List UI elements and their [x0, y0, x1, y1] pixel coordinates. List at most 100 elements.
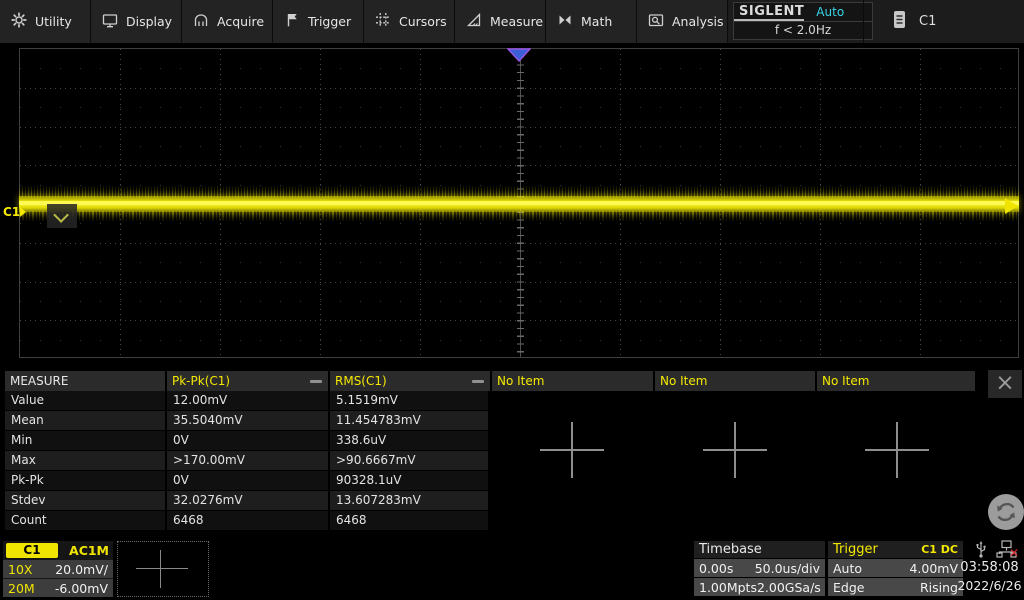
measure-panel: MEASURE Pk-Pk(C1) RMS(C1) No Item No Ite…	[0, 368, 1024, 534]
menu-math[interactable]: Math	[546, 0, 637, 43]
channel-list-icon	[893, 10, 906, 33]
measure-row: Count64686468	[0, 511, 488, 530]
measure-value-cell: 6468	[330, 511, 488, 530]
timebase-title: Timebase	[699, 541, 762, 558]
measure-rows: Value12.00mV5.1519mVMean35.5040mV11.4547…	[0, 391, 488, 531]
menu-cursors-label: Cursors	[399, 14, 447, 29]
menu-measure-label: Measure	[490, 14, 543, 29]
time-readout: 03:58:08	[955, 559, 1024, 577]
c1-trace-centerline	[19, 201, 1019, 205]
measure-panel-title: MEASURE	[5, 371, 165, 391]
close-icon[interactable]: ×	[988, 370, 1022, 398]
clock: 03:58:08 2022/6/26	[955, 559, 1024, 595]
menu-trigger[interactable]: Trigger	[273, 0, 364, 43]
flag-icon	[284, 12, 300, 31]
trigger-mode: Auto	[833, 561, 862, 576]
measure-row: Mean35.5040mV11.454783mV	[0, 411, 488, 430]
remove-measure-icon[interactable]	[472, 380, 484, 383]
trigger-frequency-readout: f < 2.0Hz	[734, 22, 872, 39]
menu-trigger-label: Trigger	[308, 14, 351, 29]
memory-depth: 1.00Mpts	[699, 580, 757, 595]
active-channel-button[interactable]: C1	[863, 0, 1024, 43]
acquire-icon	[193, 12, 209, 31]
measure-column-empty-2[interactable]: No Item	[655, 371, 815, 391]
measure-row-label: Pk-Pk	[5, 471, 165, 490]
menu-cursors[interactable]: Cursors	[364, 0, 455, 43]
menu-display-label: Display	[126, 14, 172, 29]
trigger-source: C1 DC	[921, 541, 958, 558]
trigger-level: 4.00mV	[909, 561, 958, 576]
measure-value-cell: 0V	[167, 431, 328, 450]
menu-acquire-label: Acquire	[217, 14, 264, 29]
analysis-icon	[648, 12, 664, 31]
trigger-box[interactable]: Trigger C1 DC Auto 4.00mV Edge Rising	[828, 541, 963, 597]
channel1-scale: 20.0mV/	[55, 562, 108, 577]
sample-rate: 2.00GSa/s	[757, 580, 821, 595]
add-measure-plus-icon[interactable]	[865, 418, 929, 482]
channel1-badge[interactable]: C1	[6, 543, 58, 558]
measure-value-cell: 6468	[167, 511, 328, 530]
measure-row-label: Min	[5, 431, 165, 450]
measure-value-cell: >90.6667mV	[330, 451, 488, 470]
channel-offset-indicator	[47, 204, 77, 228]
menu-display[interactable]: Display	[91, 0, 182, 43]
brand-trigger-status-box: SIGLENT Auto f < 2.0Hz	[733, 2, 873, 40]
measure-column-empty-1[interactable]: No Item	[492, 371, 653, 391]
menu-analysis[interactable]: Analysis	[637, 0, 728, 43]
math-icon	[557, 12, 573, 31]
trigger-level-marker[interactable]	[1005, 198, 1018, 214]
trace-noise-lower	[19, 211, 1019, 221]
measure-value-cell: 13.607283mV	[330, 491, 488, 510]
measure-value-cell: 32.0276mV	[167, 491, 328, 510]
measure-column-empty-3[interactable]: No Item	[817, 371, 975, 391]
trigger-type: Edge	[833, 580, 864, 595]
measure-icon	[466, 12, 482, 31]
add-measure-plus-icon[interactable]	[703, 418, 767, 482]
measure-value-cell: 12.00mV	[167, 391, 328, 410]
trigger-position-marker[interactable]	[507, 47, 531, 66]
add-measure-plus-icon[interactable]	[540, 418, 604, 482]
measure-row: Min0V338.6uV	[0, 431, 488, 450]
channel1-bandwidth: 20M	[8, 581, 35, 596]
oscilloscope-screen: Utility Display Acquire Trigger Cursors …	[0, 0, 1024, 600]
measure-row: Pk-Pk0V90328.1uV	[0, 471, 488, 490]
measure-value-cell: 0V	[167, 471, 328, 490]
measure-row-label: Max	[5, 451, 165, 470]
menu-measure[interactable]: Measure	[455, 0, 546, 43]
menu-acquire[interactable]: Acquire	[182, 0, 273, 43]
measure-value-cell: >170.00mV	[167, 451, 328, 470]
menu-utility[interactable]: Utility	[0, 0, 91, 43]
measure-column-pkpk[interactable]: Pk-Pk(C1)	[167, 371, 328, 391]
status-bar: C1 AC1M 10X 20.0mV/ 20M -6.00mV Timebase…	[0, 538, 1024, 600]
channel-marker-label[interactable]: C1	[3, 205, 20, 219]
measure-row-label: Value	[5, 391, 165, 410]
timebase-box[interactable]: Timebase 0.00s 50.0us/div 1.00Mpts 2.00G…	[694, 541, 825, 597]
remove-measure-icon[interactable]	[310, 380, 322, 383]
menubar: Utility Display Acquire Trigger Cursors …	[0, 0, 1024, 43]
trigger-slope: Rising	[920, 580, 958, 595]
channel1-descriptor-box[interactable]: C1 AC1M 10X 20.0mV/ 20M -6.00mV	[3, 541, 113, 597]
chevron-down-icon	[53, 207, 69, 223]
measure-value-cell: 90328.1uV	[330, 471, 488, 490]
display-icon	[102, 12, 118, 31]
measure-value-cell: 35.5040mV	[167, 411, 328, 430]
channel-marker-arrow-icon[interactable]	[20, 207, 26, 217]
menu-math-label: Math	[581, 14, 612, 29]
date-readout: 2022/6/26	[955, 577, 1024, 595]
gear-icon	[11, 12, 27, 31]
menu-utility-label: Utility	[35, 14, 72, 29]
trigger-status-badge: Auto	[816, 5, 844, 19]
measure-column-rms[interactable]: RMS(C1)	[330, 371, 490, 391]
measure-value-cell: 338.6uV	[330, 431, 488, 450]
channel1-offset: -6.00mV	[55, 581, 108, 596]
measure-row: Stdev32.0276mV13.607283mV	[0, 491, 488, 510]
timebase-scale: 50.0us/div	[755, 561, 820, 576]
add-channel-button[interactable]	[117, 541, 209, 597]
measure-row-label: Mean	[5, 411, 165, 430]
rotate-panel-icon[interactable]	[988, 494, 1024, 530]
measure-row-label: Stdev	[5, 491, 165, 510]
trigger-title: Trigger	[833, 541, 878, 558]
cursors-icon	[375, 12, 391, 31]
measure-value-cell: 11.454783mV	[330, 411, 488, 430]
waveform-display: C1	[0, 43, 1024, 368]
